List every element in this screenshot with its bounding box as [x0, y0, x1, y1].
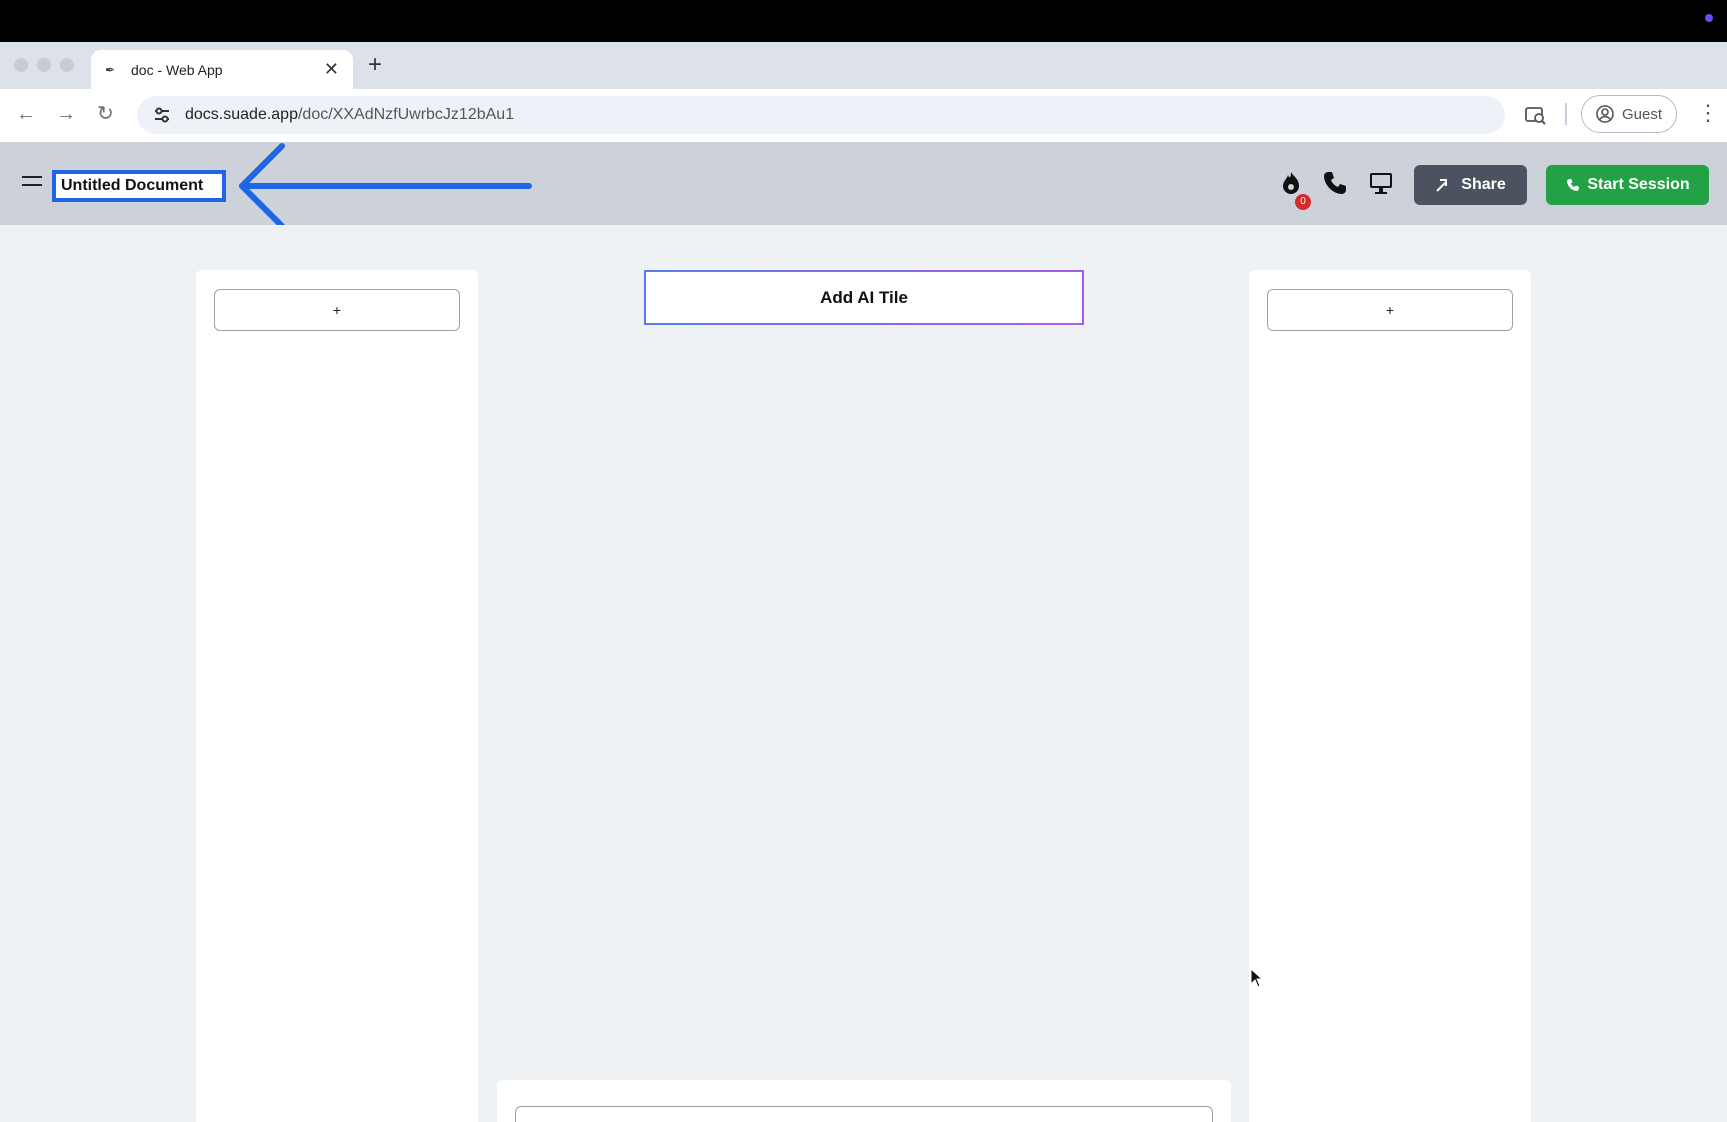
toolbar-divider — [1565, 103, 1567, 125]
forward-arrow-icon[interactable]: → — [56, 101, 76, 127]
start-session-button[interactable]: Start Session — [1546, 165, 1709, 205]
profile-icon — [1596, 105, 1614, 123]
back-arrow-icon[interactable]: ← — [16, 101, 36, 127]
share-label: Share — [1461, 176, 1506, 193]
menu-icon[interactable] — [22, 176, 42, 190]
share-icon — [1435, 177, 1451, 193]
pen-favicon-icon: ✒ — [105, 62, 116, 77]
reload-icon[interactable]: ↻ — [97, 101, 114, 127]
document-canvas: + Add AI Tile + — [0, 225, 1727, 1122]
start-session-label: Start Session — [1587, 176, 1690, 193]
profile-button[interactable]: Guest — [1581, 95, 1677, 133]
window-minimize-control[interactable] — [37, 58, 51, 72]
phone-icon — [1565, 177, 1581, 193]
document-title[interactable]: Untitled Document — [52, 170, 226, 202]
url-path: /doc/XXAdNzfUwrbcJz12bAu1 — [297, 106, 515, 123]
browser-tab-strip: ✒ doc - Web App ✕ + — [0, 42, 1727, 89]
notification-badge: 0 — [1295, 194, 1311, 210]
status-dot — [1705, 14, 1713, 22]
browser-toolbar: ← → ↻ docs.suade.app/doc/XXAdNzfUwrbcJz1… — [0, 89, 1727, 142]
lens-icon[interactable] — [1524, 103, 1548, 127]
system-top-bar — [0, 0, 1727, 42]
monitor-icon[interactable] — [1366, 168, 1396, 198]
new-tab-button[interactable]: + — [368, 50, 382, 80]
app-header: Untitled Document 0 Share Start Session — [0, 142, 1727, 225]
mouse-cursor-icon — [1250, 968, 1264, 988]
bottom-tile-input[interactable] — [515, 1106, 1213, 1122]
share-button[interactable]: Share — [1414, 165, 1527, 205]
url-host: docs.suade.app — [185, 106, 298, 123]
phone-icon[interactable] — [1320, 168, 1350, 198]
close-tab-icon[interactable]: ✕ — [324, 59, 339, 80]
right-column: + — [1249, 270, 1531, 1122]
bottom-tile — [497, 1080, 1231, 1122]
screen: ✒ doc - Web App ✕ + ← → ↻ docs.suade.app… — [0, 0, 1727, 1122]
more-icon[interactable]: ⋮ — [1697, 101, 1719, 125]
annotation-arrow — [239, 143, 532, 225]
window-zoom-control[interactable] — [60, 58, 74, 72]
address-bar[interactable]: docs.suade.app/doc/XXAdNzfUwrbcJz12bAu1 — [137, 96, 1505, 134]
window-close-control[interactable] — [14, 58, 28, 72]
tab-title: doc - Web App — [131, 61, 223, 78]
left-add-tile-button[interactable]: + — [214, 289, 460, 331]
browser-tab[interactable]: ✒ doc - Web App ✕ — [91, 50, 353, 89]
left-column: + — [196, 270, 478, 1122]
right-add-tile-button[interactable]: + — [1267, 289, 1513, 331]
profile-label: Guest — [1622, 105, 1663, 123]
add-ai-tile-button[interactable]: Add AI Tile — [644, 270, 1084, 325]
site-settings-icon[interactable] — [153, 106, 171, 124]
